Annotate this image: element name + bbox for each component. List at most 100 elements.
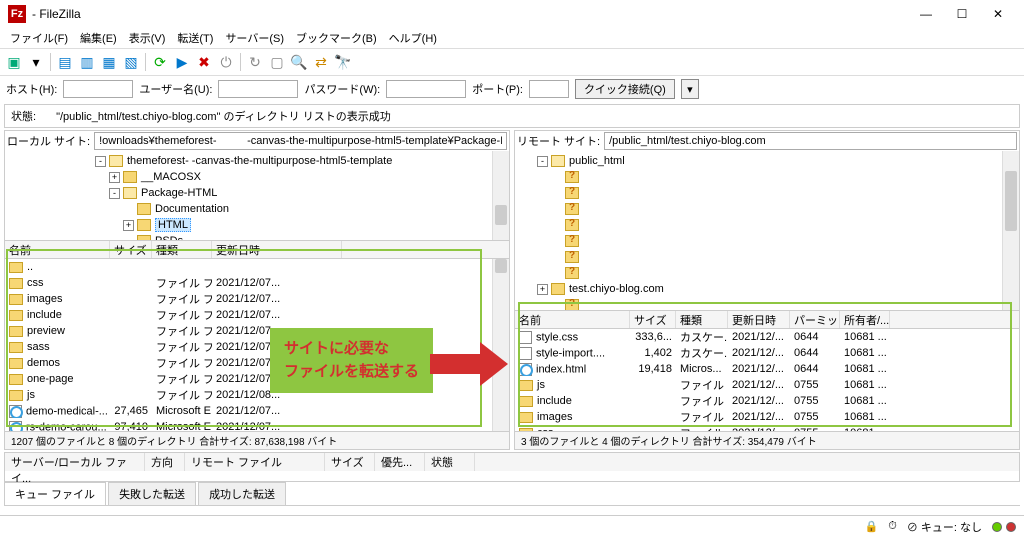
quickconnect-button[interactable]: クイック接続(Q) xyxy=(575,79,675,99)
list-item[interactable]: style.css333,6...カスケー...2021/12/...06441… xyxy=(515,329,1019,345)
transfer-header[interactable]: サーバー/ローカル ファイ...方向リモート ファイルサイズ優先...状態 xyxy=(5,453,1019,471)
tree-item[interactable] xyxy=(515,217,1019,233)
list-item[interactable]: .. xyxy=(5,259,509,275)
list-item[interactable]: imagesファイル ...2021/12/...075510681 ... xyxy=(515,409,1019,425)
tab-queue-files[interactable]: キュー ファイル xyxy=(4,482,106,505)
compare-icon[interactable]: ⇄ xyxy=(311,52,331,72)
menu-bookmarks[interactable]: ブックマーク(B) xyxy=(290,28,383,48)
list-item[interactable]: jsファイル フォル...2021/12/08... xyxy=(5,387,509,403)
transfer-queue: サーバー/ローカル ファイ...方向リモート ファイルサイズ優先...状態 xyxy=(4,452,1020,482)
column-header[interactable]: リモート ファイル xyxy=(185,453,325,471)
remote-list-header[interactable]: 名前サイズ種類更新日時パーミッ...所有者/... xyxy=(515,311,1019,329)
remote-pane: リモート サイト: -public_html +test.chiyo-blog.c… xyxy=(514,130,1020,450)
host-input[interactable] xyxy=(63,80,133,98)
column-header[interactable]: サーバー/ローカル ファイ... xyxy=(5,453,145,471)
port-input[interactable] xyxy=(529,80,569,98)
quickconnect-dropdown[interactable]: ▾ xyxy=(681,79,699,99)
column-header[interactable]: 更新日時 xyxy=(728,311,790,328)
message-log: 状態: "/public_html/test.chiyo-blog.com" の… xyxy=(4,104,1020,128)
host-label: ホスト(H): xyxy=(6,81,57,97)
column-header[interactable]: 名前 xyxy=(5,241,110,258)
column-header[interactable]: 名前 xyxy=(515,311,630,328)
tree-item[interactable]: -public_html xyxy=(515,153,1019,169)
menu-view[interactable]: 表示(V) xyxy=(123,28,172,48)
tree-item[interactable]: -themeforest- -canvas-the-multipurpose-h… xyxy=(5,153,509,169)
tree-item[interactable]: +HTML xyxy=(5,217,509,233)
local-tree[interactable]: -themeforest- -canvas-the-multipurpose-h… xyxy=(5,151,509,241)
refresh-icon[interactable]: ⟳ xyxy=(150,52,170,72)
local-list-header[interactable]: 名前サイズ種類更新日時 xyxy=(5,241,509,259)
menu-edit[interactable]: 編集(E) xyxy=(74,28,123,48)
column-header[interactable]: 方向 xyxy=(145,453,185,471)
close-button[interactable]: ✕ xyxy=(980,1,1016,27)
tree-item[interactable] xyxy=(515,265,1019,281)
list-item[interactable]: demo-medical-...27,465Microsoft E...2021… xyxy=(5,403,509,419)
menu-transfer[interactable]: 転送(T) xyxy=(171,28,219,48)
tab-successful-transfers[interactable]: 成功した転送 xyxy=(198,482,286,505)
tree-item[interactable] xyxy=(515,249,1019,265)
list-item[interactable]: previewファイル フォル...2021/12/07... xyxy=(5,323,509,339)
column-header[interactable]: 更新日時 xyxy=(212,241,342,258)
tree-item[interactable] xyxy=(515,169,1019,185)
column-header[interactable]: 種類 xyxy=(152,241,212,258)
tree-item[interactable]: +__MACOSX xyxy=(5,169,509,185)
toggle-remotetree-icon[interactable]: ▦ xyxy=(99,52,119,72)
menu-server[interactable]: サーバー(S) xyxy=(219,28,290,48)
toggle-localtree-icon[interactable]: ▥ xyxy=(77,52,97,72)
reconnect-icon[interactable]: ↻ xyxy=(245,52,265,72)
local-path-input[interactable] xyxy=(94,132,507,150)
list-item[interactable]: jsファイル ...2021/12/...075510681 ... xyxy=(515,377,1019,393)
annotation-text-box: サイトに必要な ファイルを転送する xyxy=(270,328,433,393)
led-green-icon xyxy=(992,522,1002,532)
menu-file[interactable]: ファイル(F) xyxy=(4,28,74,48)
list-item[interactable]: imagesファイル フォル...2021/12/07... xyxy=(5,291,509,307)
list-item[interactable]: index.html19,418Micros...2021/12/...0644… xyxy=(515,361,1019,377)
list-item[interactable]: cssファイル フォル...2021/12/07... xyxy=(5,275,509,291)
sitemanager-icon[interactable]: ▣ xyxy=(4,52,24,72)
column-header[interactable]: 優先... xyxy=(375,453,425,471)
remote-tree[interactable]: -public_html +test.chiyo-blog.com xyxy=(515,151,1019,311)
minimize-button[interactable]: — xyxy=(908,1,944,27)
scrollbar[interactable] xyxy=(1002,151,1019,310)
dropdown-icon[interactable]: ▾ xyxy=(26,52,46,72)
tree-item[interactable] xyxy=(515,233,1019,249)
column-header[interactable]: 種類 xyxy=(676,311,728,328)
app-logo-icon: Fz xyxy=(8,5,26,23)
list-item[interactable]: includeファイル ...2021/12/...075510681 ... xyxy=(515,393,1019,409)
column-header[interactable]: サイズ xyxy=(110,241,152,258)
list-item[interactable]: style-import....1,402カスケー...2021/12/...0… xyxy=(515,345,1019,361)
column-header[interactable]: パーミッ... xyxy=(790,311,840,328)
remote-site-bar: リモート サイト: xyxy=(515,131,1019,151)
disconnect-icon[interactable]: ⏻ xyxy=(216,52,236,72)
username-input[interactable] xyxy=(218,80,298,98)
annotation-arrow-icon xyxy=(430,342,508,386)
column-header[interactable]: サイズ xyxy=(325,453,375,471)
maximize-button[interactable]: ☐ xyxy=(944,1,980,27)
filter-icon[interactable]: ▢ xyxy=(267,52,287,72)
scrollbar[interactable] xyxy=(492,151,509,240)
tree-item[interactable] xyxy=(515,201,1019,217)
tree-item[interactable]: PSDs xyxy=(5,233,509,241)
list-item[interactable]: includeファイル フォル...2021/12/07... xyxy=(5,307,509,323)
tree-item[interactable] xyxy=(515,297,1019,311)
tree-item[interactable]: -Package-HTML xyxy=(5,185,509,201)
toggle-queue-icon[interactable]: ▧ xyxy=(121,52,141,72)
cancel-icon[interactable]: ✖ xyxy=(194,52,214,72)
tab-failed-transfers[interactable]: 失敗した転送 xyxy=(108,482,196,505)
tree-item[interactable] xyxy=(515,185,1019,201)
list-item[interactable]: cssファイル ...2021/12/...075510681 ... xyxy=(515,425,1019,431)
tree-item[interactable]: +test.chiyo-blog.com xyxy=(515,281,1019,297)
binoculars-icon[interactable]: 🔭 xyxy=(333,52,353,72)
tree-item[interactable]: Documentation xyxy=(5,201,509,217)
remote-file-list[interactable]: style.css333,6...カスケー...2021/12/...06441… xyxy=(515,329,1019,431)
menu-help[interactable]: ヘルプ(H) xyxy=(383,28,443,48)
column-header[interactable]: サイズ xyxy=(630,311,676,328)
list-item[interactable]: rs-demo-carou...97,410Microsoft E...2021… xyxy=(5,419,509,431)
toggle-log-icon[interactable]: ▤ xyxy=(55,52,75,72)
password-input[interactable] xyxy=(386,80,466,98)
column-header[interactable]: 所有者/... xyxy=(840,311,890,328)
column-header[interactable]: 状態 xyxy=(425,453,475,471)
process-queue-icon[interactable]: ▶ xyxy=(172,52,192,72)
search-icon[interactable]: 🔍 xyxy=(289,52,309,72)
remote-path-input[interactable] xyxy=(604,132,1017,150)
